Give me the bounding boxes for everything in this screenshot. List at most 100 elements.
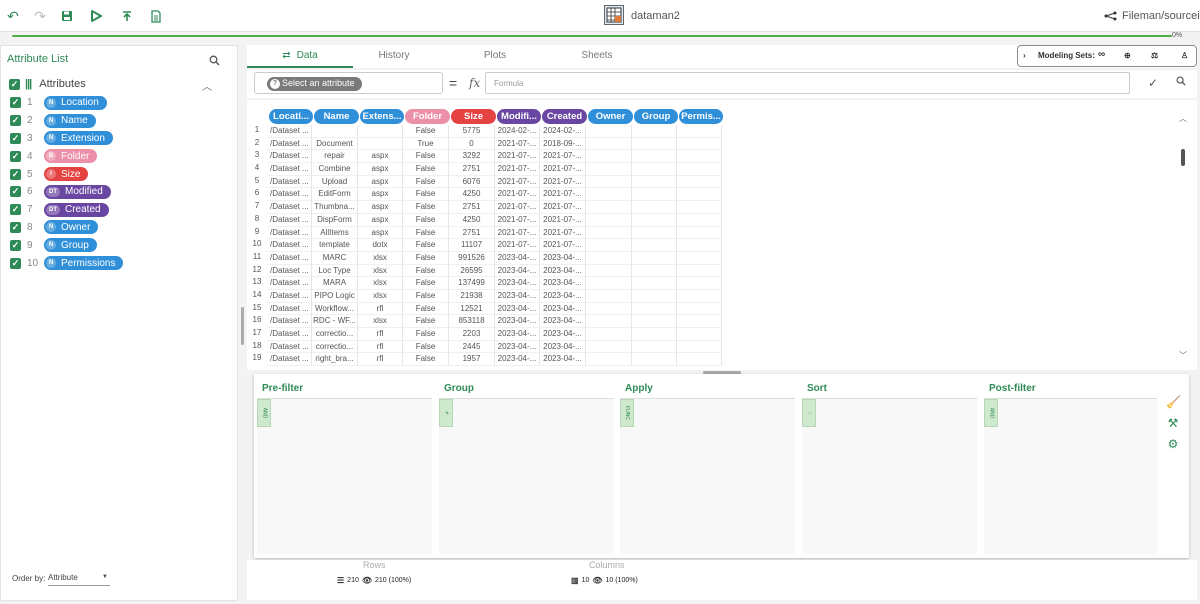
table-cell[interactable]: False	[403, 239, 449, 252]
table-cell[interactable]: /Dataset ...	[267, 239, 312, 252]
save-icon[interactable]	[59, 8, 75, 24]
table-cell[interactable]: 2024-02-...	[495, 125, 540, 138]
attribute-item[interactable]: ✓ 6 DT Modified	[10, 183, 123, 201]
table-cell[interactable]	[632, 277, 677, 290]
checkbox-icon[interactable]: ✓	[10, 204, 21, 216]
table-cell[interactable]: False	[403, 251, 449, 265]
table-cell[interactable]: False	[403, 328, 449, 341]
tab-plots[interactable]: Plots	[455, 45, 535, 68]
table-cell[interactable]: /Dataset ...	[267, 328, 312, 341]
table-cell[interactable]: /Dataset ...	[267, 289, 312, 303]
table-row[interactable]: 17/Dataset ... correctio... rfl False 2203 20…	[247, 328, 722, 341]
table-cell[interactable]: rfl	[358, 328, 403, 341]
table-cell[interactable]	[632, 239, 677, 252]
table-cell[interactable]	[632, 150, 677, 164]
table-cell[interactable]: 2023-04-...	[495, 353, 540, 367]
stage-tag[interactable]: AND	[257, 399, 271, 427]
column-header[interactable]: Modifi...	[497, 109, 541, 124]
table-cell[interactable]: 2023-04-...	[540, 328, 586, 341]
hammer-icon[interactable]: ⚒	[1166, 416, 1180, 430]
table-row[interactable]: 1/Dataset ... False 5775 2024-02-... 2024-02…	[247, 125, 722, 138]
attribute-pill[interactable]: B Folder	[44, 149, 98, 164]
attribute-pill[interactable]: N Extension	[44, 131, 113, 146]
table-cell[interactable]: /Dataset ...	[267, 315, 312, 328]
table-cell[interactable]	[677, 239, 722, 252]
table-cell[interactable]: 2021-07-...	[540, 150, 586, 164]
table-cell[interactable]: 2021-07-...	[495, 239, 540, 252]
table-cell[interactable]: 3292	[449, 150, 495, 164]
table-cell[interactable]: False	[403, 289, 449, 303]
table-row[interactable]: 7/Dataset ... Thumbna... aspx False 2751 2021…	[247, 201, 722, 214]
table-cell[interactable]	[632, 353, 677, 367]
table-cell[interactable]	[632, 163, 677, 176]
table-cell[interactable]: aspx	[358, 226, 403, 240]
broom-icon[interactable]: 🧹	[1166, 395, 1181, 409]
checkbox-icon[interactable]: ✓	[10, 132, 21, 144]
table-cell[interactable]: 2023-04-...	[495, 277, 540, 290]
table-row[interactable]: 3/Dataset ... repair aspx False 3292 2021-07-…	[247, 150, 722, 164]
table-cell[interactable]: PIPO Logic	[312, 289, 358, 303]
table-cell[interactable]: False	[403, 277, 449, 290]
table-cell[interactable]: 2023-04-...	[540, 251, 586, 265]
table-cell[interactable]: 11107	[449, 239, 495, 252]
table-cell[interactable]: 2751	[449, 201, 495, 214]
table-cell[interactable]: 2023-04-...	[495, 302, 540, 316]
table-cell[interactable]: 26595	[449, 264, 495, 278]
table-row[interactable]: 2/Dataset ... Document True 0 2021-07-... 201…	[247, 137, 722, 151]
table-cell[interactable]	[586, 353, 632, 367]
table-row[interactable]: 19/Dataset ... right_bra... rfl False 1957 20…	[247, 353, 722, 367]
table-cell[interactable]	[586, 137, 632, 151]
table-cell[interactable]	[586, 264, 632, 278]
table-cell[interactable]: 2021-07-...	[495, 213, 540, 227]
table-cell[interactable]: DispForm	[312, 213, 358, 227]
table-cell[interactable]: 991526	[449, 251, 495, 265]
table-cell[interactable]: Upload	[312, 175, 358, 189]
table-cell[interactable]	[677, 137, 722, 151]
table-cell[interactable]: False	[403, 213, 449, 227]
stage-drop-area[interactable]: ↱	[439, 398, 614, 554]
table-cell[interactable]: aspx	[358, 150, 403, 164]
table-cell[interactable]: True	[403, 137, 449, 151]
table-cell[interactable]: rfl	[358, 353, 403, 367]
table-cell[interactable]	[358, 125, 403, 138]
table-cell[interactable]: /Dataset ...	[267, 213, 312, 227]
attribute-item[interactable]: ✓ 1 N Location	[10, 94, 123, 112]
table-cell[interactable]: 2751	[449, 226, 495, 240]
column-header[interactable]: Extens...	[360, 109, 404, 124]
table-cell[interactable]	[632, 213, 677, 227]
table-cell[interactable]	[586, 251, 632, 265]
table-cell[interactable]: Workflow...	[312, 302, 358, 316]
table-cell[interactable]	[677, 277, 722, 290]
table-cell[interactable]: EditForm	[312, 188, 358, 202]
table-cell[interactable]: rfl	[358, 302, 403, 316]
table-cell[interactable]: 2021-07-...	[540, 239, 586, 252]
table-cell[interactable]: 2203	[449, 328, 495, 341]
tab-history[interactable]: History	[353, 45, 435, 68]
checkbox-icon[interactable]: ✓	[10, 239, 21, 251]
table-cell[interactable]	[677, 251, 722, 265]
table-row[interactable]: 5/Dataset ... Upload aspx False 6076 2021-07-…	[247, 175, 722, 189]
vertical-scrollbar[interactable]	[1181, 149, 1185, 166]
table-row[interactable]: 11/Dataset ... MARC xlsx False 991526 2023-04…	[247, 251, 722, 265]
table-row[interactable]: 16/Dataset ... RDC - WF... xlsx False 853118…	[247, 315, 722, 328]
table-cell[interactable]: /Dataset ...	[267, 188, 312, 202]
table-cell[interactable]: /Dataset ...	[267, 226, 312, 240]
select-attribute-chip[interactable]: ? Select an attribute	[267, 77, 362, 91]
stage-drop-area[interactable]: ↑	[802, 398, 977, 554]
document-icon[interactable]	[148, 8, 164, 24]
table-cell[interactable]: 2021-07-...	[495, 188, 540, 202]
table-cell[interactable]	[632, 264, 677, 278]
table-cell[interactable]: rfl	[358, 340, 403, 354]
table-cell[interactable]: 2021-07-...	[495, 175, 540, 189]
table-cell[interactable]	[677, 353, 722, 367]
search-icon[interactable]	[209, 55, 220, 69]
table-cell[interactable]: 2021-07-...	[540, 201, 586, 214]
table-cell[interactable]: 853118	[449, 315, 495, 328]
table-cell[interactable]: False	[403, 226, 449, 240]
checkbox-icon[interactable]: ✓	[10, 115, 21, 127]
table-cell[interactable]: False	[403, 353, 449, 367]
table-cell[interactable]	[677, 340, 722, 354]
table-cell[interactable]: xlsx	[358, 264, 403, 278]
table-cell[interactable]: 2021-07-...	[495, 150, 540, 164]
attribute-item[interactable]: ✓ 2 N Name	[10, 112, 123, 130]
